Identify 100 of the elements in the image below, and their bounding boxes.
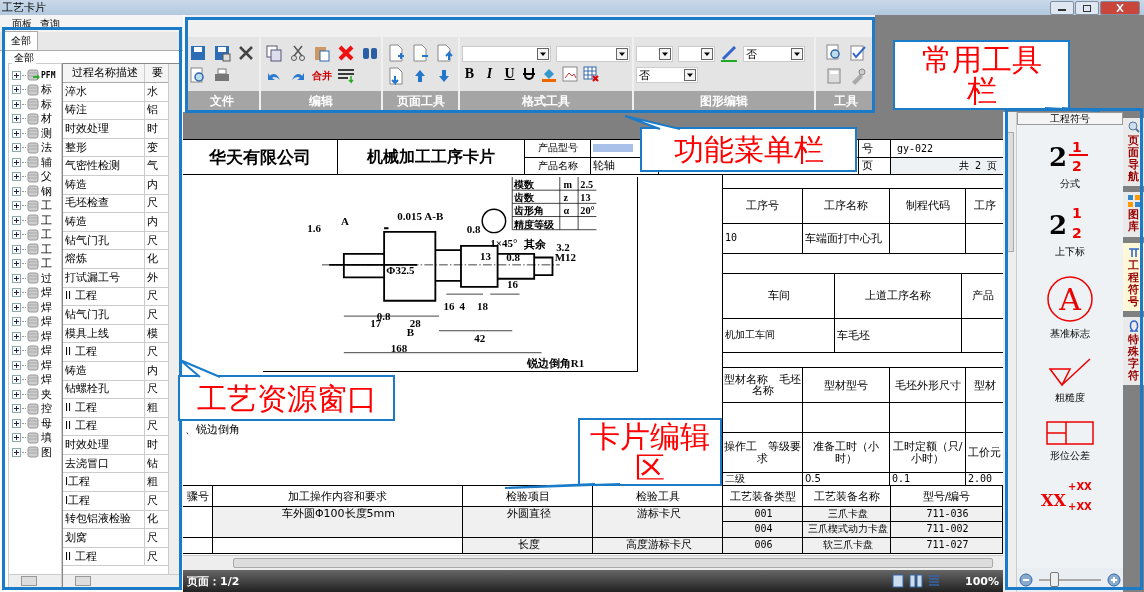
table-cell[interactable]: 毛坯检查 xyxy=(63,194,145,213)
field-value[interactable]: 0.5 xyxy=(805,473,821,485)
tree-item[interactable]: 父 xyxy=(41,169,52,185)
zoom-slider[interactable] xyxy=(1049,572,1059,587)
dropdown-value[interactable]: 否 xyxy=(746,46,757,62)
field-label[interactable]: 号 xyxy=(859,140,891,157)
table-cell[interactable]: 时效处理 xyxy=(63,120,145,138)
field-label[interactable]: 准备工时（小时） xyxy=(803,441,889,465)
field-label[interactable]: 制程代码 xyxy=(905,200,950,212)
format-button[interactable]: U xyxy=(502,66,517,82)
scrollbar[interactable] xyxy=(168,64,180,574)
table-cell[interactable]: II 工程 xyxy=(63,343,145,361)
table-cell[interactable]: 004 xyxy=(723,522,803,537)
field-label[interactable]: 型材型号 xyxy=(824,379,868,392)
scrollbar[interactable] xyxy=(63,574,180,587)
column-header[interactable]: 检验项目 xyxy=(463,486,593,506)
dropdown[interactable] xyxy=(678,46,715,62)
tree-item[interactable]: 焊 xyxy=(41,285,52,301)
tree-item[interactable]: 工 xyxy=(41,212,52,228)
field-label[interactable]: 毛坯外形尺寸 xyxy=(894,379,961,392)
note-text[interactable]: 、锐边倒角 xyxy=(185,422,240,437)
table-delete-icon[interactable] xyxy=(583,66,599,82)
expand-icon[interactable] xyxy=(12,317,21,327)
expand-icon[interactable] xyxy=(12,230,21,240)
table-cell[interactable]: 熔炼 xyxy=(63,250,145,268)
table-cell[interactable]: 钻 xyxy=(145,454,168,473)
tree-item[interactable]: 焊 xyxy=(41,372,52,388)
table-cell[interactable]: 软三爪卡盘 xyxy=(803,538,891,553)
expand-icon[interactable] xyxy=(12,331,21,341)
tree-item[interactable]: 材 xyxy=(41,111,52,127)
table-cell[interactable]: 气密性检测 xyxy=(63,157,145,175)
field-label[interactable]: 工价元 xyxy=(968,446,1001,459)
tree-item[interactable]: 工 xyxy=(41,198,52,214)
table-cell[interactable]: 尺 xyxy=(145,547,168,566)
zoom-out-icon[interactable] xyxy=(1019,573,1033,587)
table-cell[interactable]: 外 xyxy=(145,268,168,287)
field-label[interactable]: 工时定额（只/小时） xyxy=(890,441,965,465)
table-cell[interactable]: 长度 xyxy=(463,538,593,553)
picture-icon[interactable] xyxy=(562,66,578,82)
table-cell[interactable]: 转包铝液检验 xyxy=(63,510,145,529)
expand-icon[interactable] xyxy=(12,172,21,182)
pen-icon[interactable] xyxy=(720,45,738,63)
table-cell[interactable]: 006 xyxy=(723,538,803,553)
table-cell[interactable]: 钻气门孔 xyxy=(63,231,145,250)
table-cell[interactable]: 内 xyxy=(145,213,168,231)
table-cell[interactable]: 时 xyxy=(145,120,168,138)
expand-icon[interactable] xyxy=(12,375,21,385)
field-label[interactable]: 操作工 等级要求 xyxy=(723,441,802,465)
field-value[interactable]: 二级 xyxy=(725,473,745,485)
table-cell[interactable]: 模具上线 xyxy=(63,324,145,343)
maximize-button[interactable] xyxy=(1075,0,1099,15)
tree-item[interactable]: 控 xyxy=(41,401,52,417)
field-value[interactable]: gy-022 xyxy=(891,140,1003,157)
page-layout-icon[interactable] xyxy=(891,574,905,588)
table-cell[interactable]: 711-002 xyxy=(891,522,1003,537)
field-value[interactable]: 0.1 xyxy=(892,473,911,485)
column-header[interactable]: 要 xyxy=(145,64,168,82)
script-symbol-icon[interactable]: XX +XX +XX xyxy=(1040,479,1100,513)
table-cell[interactable]: 整形 xyxy=(63,138,145,157)
side-tab[interactable]: 特殊字符 xyxy=(1123,316,1144,386)
table-cell[interactable]: 化 xyxy=(145,250,168,268)
table-cell[interactable]: II 工程 xyxy=(63,417,145,436)
scrollbar-thumb[interactable] xyxy=(21,576,37,586)
table-cell[interactable]: 尺 xyxy=(145,343,168,361)
table-cell[interactable]: 尺 xyxy=(145,231,168,250)
table-cell[interactable]: 车外圆Φ100长度5mm xyxy=(213,507,463,537)
expand-icon[interactable] xyxy=(12,360,21,370)
table-cell[interactable]: 铸造 xyxy=(63,213,145,231)
expand-icon[interactable] xyxy=(12,346,21,356)
expand-icon[interactable] xyxy=(12,157,21,167)
expand-icon[interactable] xyxy=(12,143,21,153)
tree-item[interactable]: 工 xyxy=(41,241,52,257)
datum-symbol-icon[interactable]: A xyxy=(1046,275,1094,323)
table-cell[interactable]: 时效处理 xyxy=(63,436,145,454)
column-header[interactable]: 工艺装备类型 xyxy=(723,486,803,506)
zoom-in-icon[interactable] xyxy=(1107,573,1121,587)
table-cell[interactable]: 划窝 xyxy=(63,529,145,547)
column-header[interactable]: 工艺装备名称 xyxy=(803,486,891,506)
table-cell[interactable]: II 工程 xyxy=(63,399,145,417)
copy-icon[interactable] xyxy=(263,42,285,63)
tree-item[interactable]: 焊 xyxy=(41,314,52,330)
expand-icon[interactable] xyxy=(12,215,21,225)
table-cell[interactable]: I工程 xyxy=(63,473,145,492)
table-cell[interactable]: 尺 xyxy=(145,380,168,399)
table-cell[interactable]: 模 xyxy=(145,324,168,343)
tree-item[interactable]: 焊 xyxy=(41,299,52,315)
symbol-label[interactable]: 形位公差 xyxy=(1050,449,1090,463)
table-cell[interactable]: I工程 xyxy=(63,492,145,510)
expand-icon[interactable] xyxy=(12,186,21,196)
expand-icon[interactable] xyxy=(12,114,21,124)
table-cell[interactable]: 铝 xyxy=(145,101,168,120)
column-header[interactable]: 加工操作内容和要求 xyxy=(213,486,463,506)
side-tab[interactable]: 图库 xyxy=(1123,192,1144,237)
card-title[interactable]: 机械加工工序卡片 xyxy=(338,140,525,174)
expand-icon[interactable] xyxy=(12,389,21,399)
field-label[interactable]: 工序名称 xyxy=(824,200,868,212)
roughness-symbol-icon[interactable] xyxy=(1049,357,1091,387)
expand-icon[interactable] xyxy=(12,447,21,457)
field-label[interactable]: 工序号 xyxy=(746,200,779,212)
tree-item[interactable]: 焊 xyxy=(41,343,52,359)
